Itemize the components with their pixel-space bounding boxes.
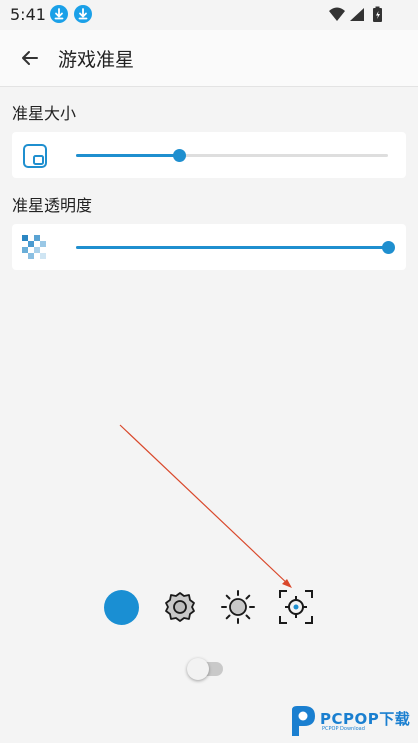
watermark: PCPOP下载 PCPOP Download (288, 704, 416, 740)
toggle-knob (187, 658, 209, 680)
annotation-arrow (119, 424, 292, 588)
crosshair-toggle[interactable] (187, 658, 223, 680)
sun-icon (221, 590, 255, 624)
crosshair-icon (279, 590, 313, 624)
watermark-sub: PCPOP Download (322, 726, 365, 732)
color-button[interactable] (104, 590, 139, 625)
gear-icon (165, 592, 195, 622)
settings-button[interactable] (162, 589, 198, 625)
crosshair-button[interactable] (278, 589, 314, 625)
brightness-button[interactable] (220, 589, 256, 625)
pcpop-logo-icon (292, 706, 315, 736)
